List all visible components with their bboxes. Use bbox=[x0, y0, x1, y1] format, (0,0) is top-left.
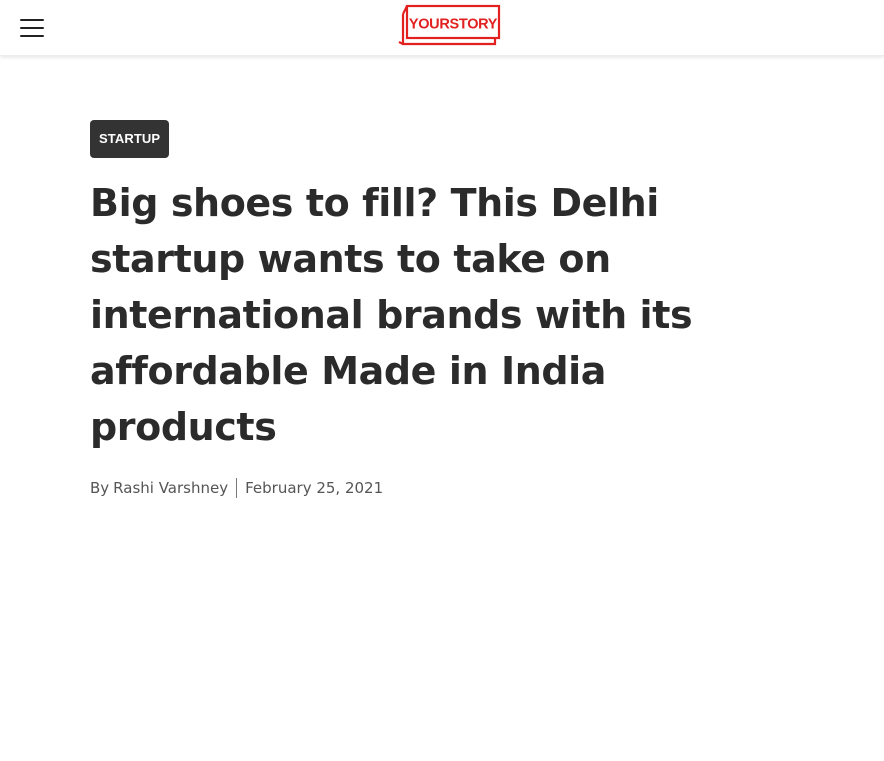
category-badge[interactable]: STARTUP bbox=[90, 120, 170, 158]
top-navigation-bar: YOURSTORY bbox=[0, 0, 884, 56]
byline-divider bbox=[236, 478, 238, 498]
yourstory-logo[interactable]: YOURSTORY bbox=[397, 4, 501, 46]
menu-line bbox=[20, 35, 44, 37]
byline-prefix: By bbox=[90, 479, 110, 497]
hamburger-menu-icon[interactable] bbox=[20, 18, 44, 38]
author-link[interactable]: Rashi Varshney bbox=[113, 479, 228, 497]
logo-icon: YOURSTORY bbox=[398, 4, 501, 46]
menu-line bbox=[20, 19, 44, 21]
article-header: STARTUP Big shoes to fill? This Delhi st… bbox=[90, 120, 810, 499]
logo-text: YOURSTORY bbox=[409, 17, 498, 33]
article-title: Big shoes to fill? This Delhi startup wa… bbox=[90, 181, 693, 449]
byline: By Rashi Varshney February 25, 2021 bbox=[90, 477, 810, 499]
publish-date: February 25, 2021 bbox=[245, 479, 384, 497]
menu-line bbox=[20, 27, 44, 29]
